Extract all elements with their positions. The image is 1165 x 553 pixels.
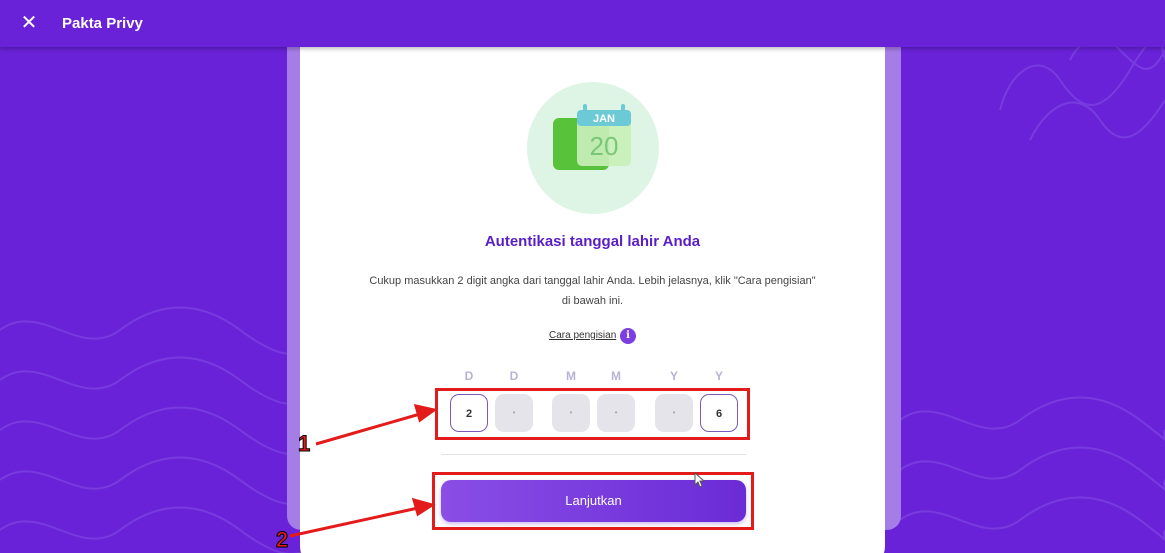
annotation-number-1: 1 [297, 431, 311, 457]
digit-label-month-1: M [566, 369, 576, 383]
digit-label-month-2: M [611, 369, 621, 383]
page-title: Autentikasi tanggal lahir Anda [484, 233, 701, 250]
instructions-text: Cukup masukkan 2 digit angka dari tangga… [350, 271, 835, 311]
mouse-cursor-icon [694, 472, 706, 488]
annotation-box-digits [435, 388, 750, 440]
digit-label-year-1: Y [669, 369, 678, 383]
app-title: Pakta Privy [62, 15, 143, 32]
instructions-line-1: Cukup masukkan 2 digit angka dari tangga… [369, 275, 816, 287]
digit-label-day-2: D [509, 369, 519, 383]
calendar-month: JAN [593, 113, 615, 125]
app-header: ✕ Pakta Privy [0, 0, 1165, 47]
instructions-line-2: di bawah ini. [561, 295, 624, 307]
info-icon[interactable]: i [620, 328, 636, 344]
digit-label-year-2: Y [714, 369, 723, 383]
digit-label-day-1: D [464, 369, 474, 383]
calendar-day: 20 [590, 131, 619, 161]
calendar-icon: JAN 20 [527, 82, 659, 214]
annotation-number-2: 2 [275, 527, 289, 553]
how-to-fill-link[interactable]: Cara pengisian [549, 330, 616, 341]
screen: ✕ Pakta Privy JAN 20 Autentikasi tanggal… [0, 0, 1165, 553]
close-icon[interactable]: ✕ [18, 12, 40, 34]
divider [441, 454, 746, 455]
